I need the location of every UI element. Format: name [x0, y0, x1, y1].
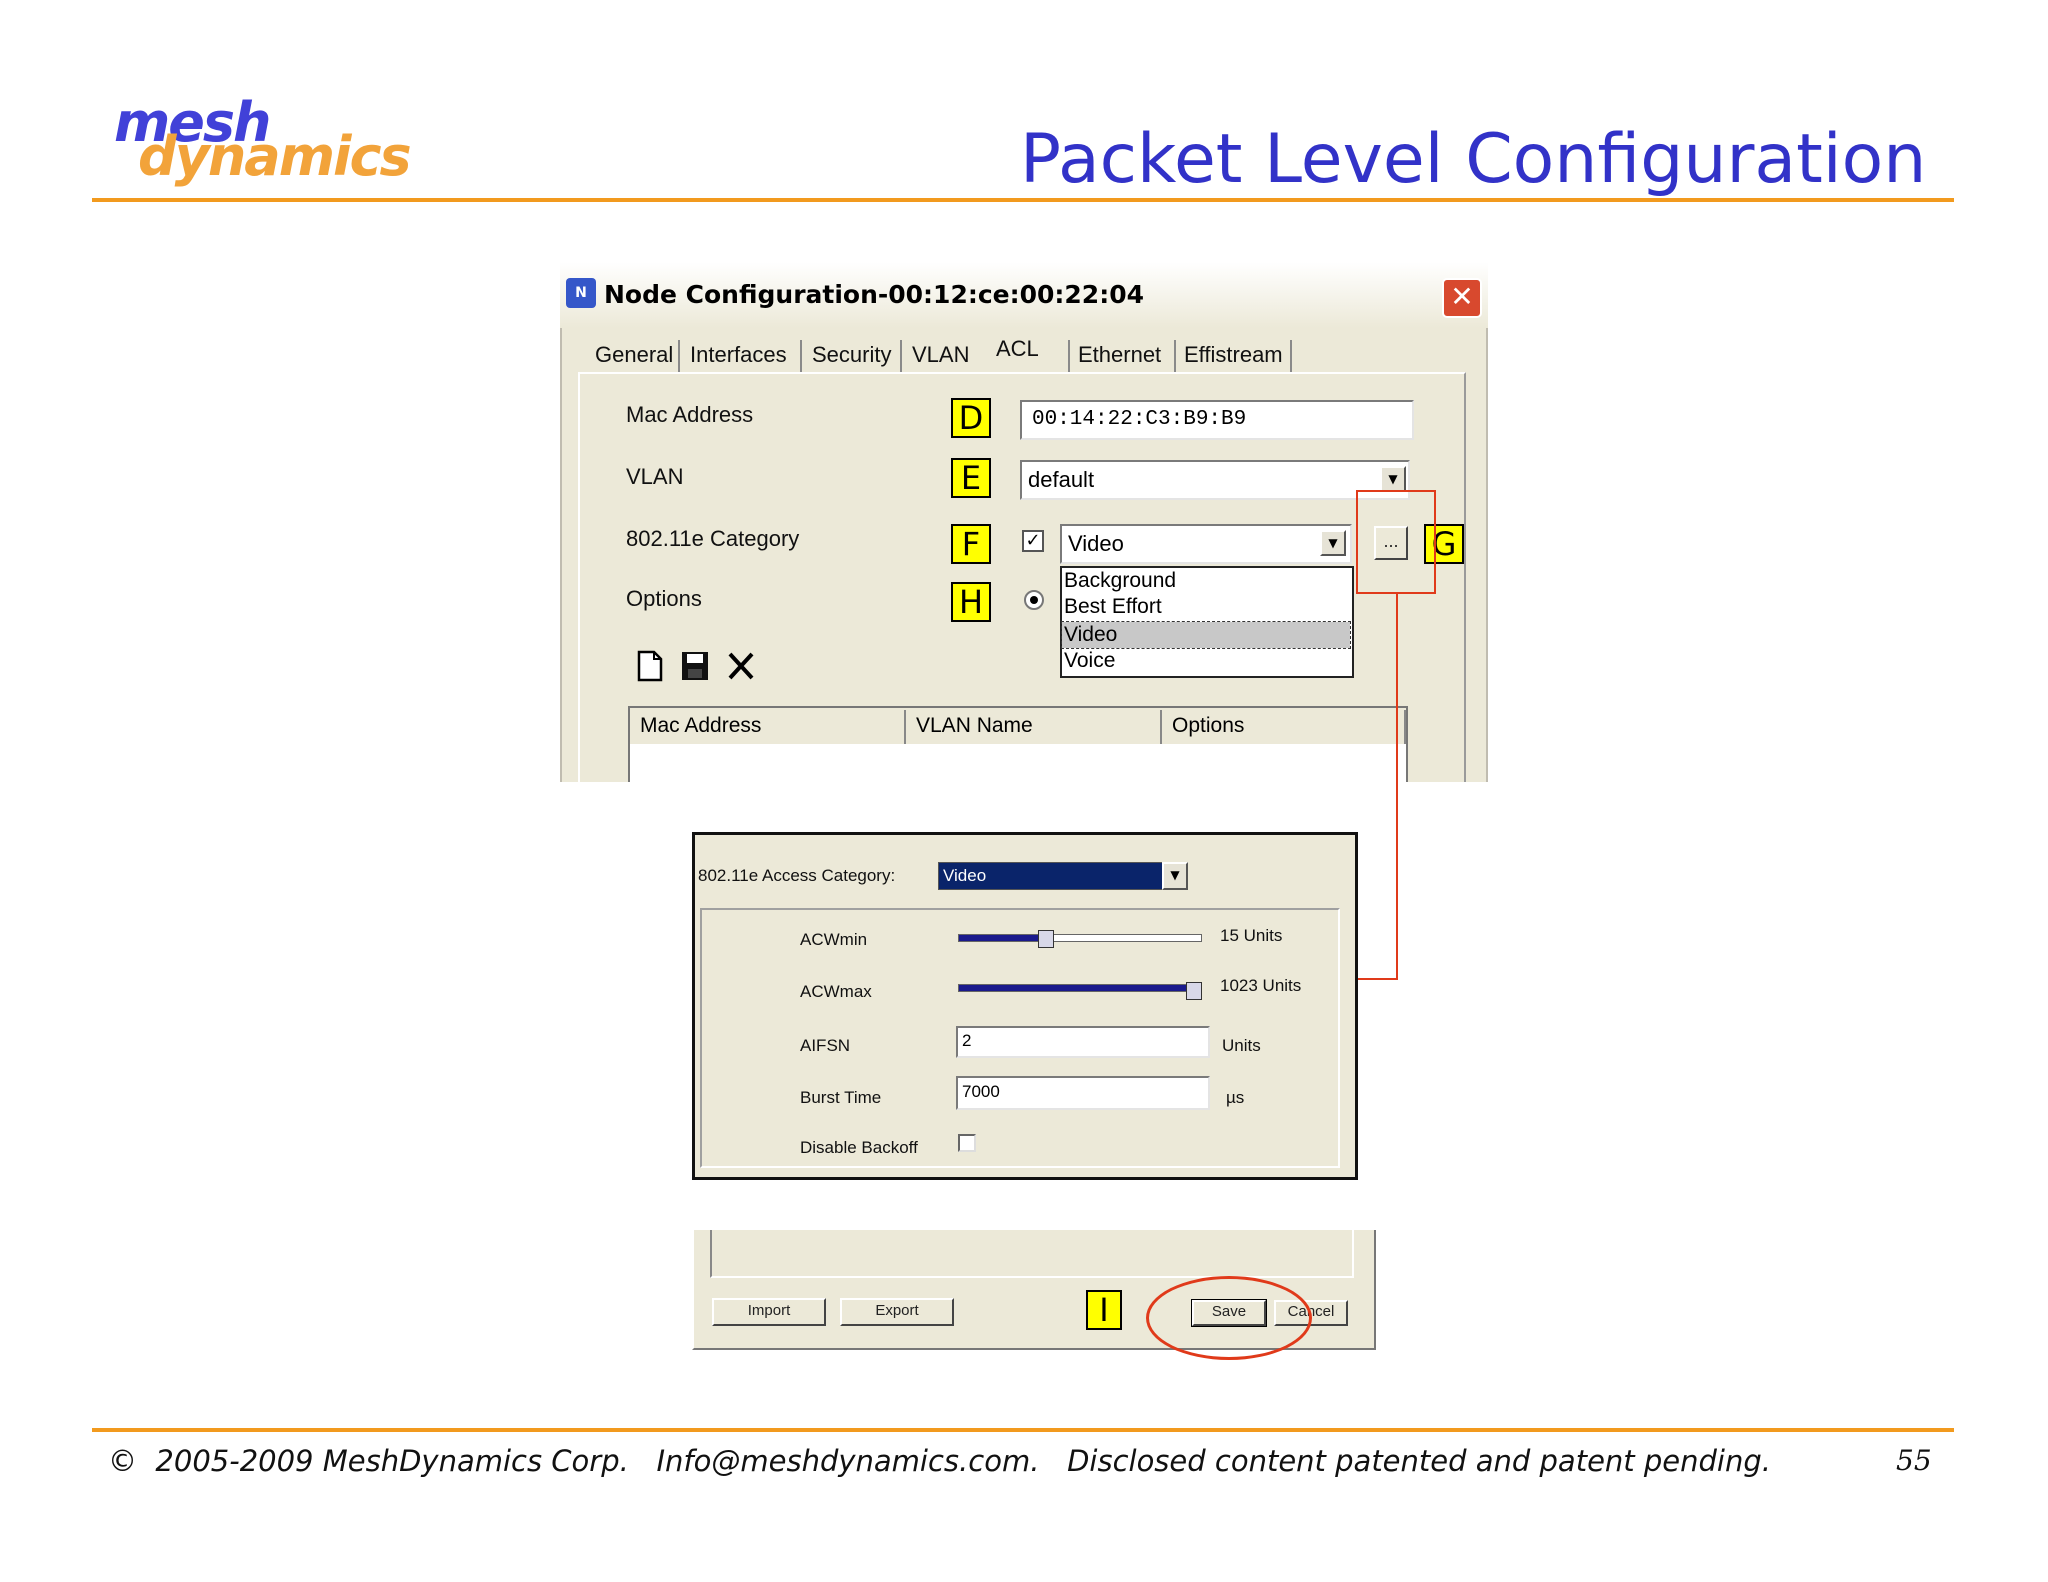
category-select-value: Video	[1068, 531, 1124, 556]
options-radio[interactable]	[1024, 590, 1044, 610]
aifsn-label: AIFSN	[800, 1036, 851, 1055]
burst-time-input[interactable]: 7000	[956, 1076, 1210, 1110]
marker-d: D	[951, 398, 991, 438]
footer-copyright: © 2005-2009 MeshDynamics Corp. Info@mesh…	[108, 1444, 1771, 1478]
tab-security[interactable]: Security	[812, 342, 891, 368]
slide-title: Packet Level Configuration	[1020, 120, 1927, 199]
column-options[interactable]: Options	[1162, 710, 1406, 744]
tab-interfaces[interactable]: Interfaces	[690, 342, 787, 368]
category-checkbox[interactable]: ✓	[1022, 530, 1044, 552]
delete-icon[interactable]	[726, 650, 756, 682]
burst-time-unit: µs	[1226, 1088, 1245, 1107]
acwmin-label: ACWmin	[800, 930, 868, 949]
category-dropdown-arrow-icon[interactable]: ▼	[1320, 530, 1346, 556]
mac-address-label: Mac Address	[626, 402, 754, 427]
tab-divider	[800, 340, 802, 372]
vlan-select[interactable]: default	[1020, 460, 1410, 500]
category-label: 802.11e Category	[626, 526, 800, 551]
vlan-dropdown-arrow-icon[interactable]: ▼	[1380, 466, 1406, 492]
aifsn-unit: Units	[1222, 1036, 1261, 1055]
access-category-select[interactable]: Video	[938, 862, 1172, 890]
aifsn-input[interactable]: 2	[956, 1026, 1210, 1058]
tab-divider	[1174, 340, 1176, 372]
import-button[interactable]: Import	[712, 1298, 826, 1326]
new-file-icon[interactable]	[636, 650, 664, 682]
access-category-label: 802.11e Access Category:	[698, 866, 896, 885]
header-divider	[92, 198, 1954, 202]
tab-divider	[1068, 340, 1070, 372]
options-label: Options	[626, 586, 702, 611]
option-best-effort[interactable]: Best Effort	[1062, 594, 1350, 620]
column-vlan-name[interactable]: VLAN Name	[906, 710, 1162, 744]
page-number: 55	[1896, 1444, 1932, 1477]
option-background[interactable]: Background	[1062, 568, 1350, 594]
option-video[interactable]: Video	[1061, 621, 1351, 649]
save-icon[interactable]	[680, 650, 710, 682]
close-icon[interactable]: ✕	[1442, 278, 1482, 318]
vlan-select-value: default	[1028, 467, 1095, 492]
bottom-panel-well	[710, 1230, 1354, 1278]
logo-dynamics: dynamics	[138, 125, 412, 188]
acwmax-slider[interactable]	[958, 984, 1202, 992]
tab-ethernet[interactable]: Ethernet	[1078, 342, 1161, 368]
vlan-label: VLAN	[626, 464, 684, 489]
acwmax-slider-thumb[interactable]	[1186, 982, 1202, 1000]
window-title: Node Configuration-00:12:ce:00:22:04	[604, 280, 1144, 309]
tab-divider	[1290, 340, 1292, 372]
save-highlight-ellipse	[1146, 1276, 1312, 1360]
acwmax-value: 1023 Units	[1220, 976, 1302, 995]
tab-divider	[678, 340, 680, 372]
acwmax-label: ACWmax	[800, 982, 872, 1001]
annotation-connector-horizontal	[1356, 978, 1398, 980]
access-category-dropdown-arrow-icon[interactable]: ▼	[1162, 862, 1188, 890]
marker-h: H	[951, 582, 991, 622]
tab-vlan[interactable]: VLAN	[912, 342, 969, 368]
marker-f: F	[951, 524, 991, 564]
marker-e: E	[951, 458, 991, 498]
tab-acl[interactable]: ACL	[996, 336, 1039, 362]
category-select[interactable]: Video	[1060, 524, 1352, 564]
burst-time-label: Burst Time	[800, 1088, 882, 1107]
disable-backoff-checkbox[interactable]	[958, 1134, 976, 1152]
column-mac-address[interactable]: Mac Address	[630, 710, 906, 744]
tab-general[interactable]: General	[595, 342, 673, 368]
app-icon: N	[566, 278, 596, 308]
option-voice[interactable]: Voice	[1062, 648, 1350, 674]
tab-effistream[interactable]: Effistream	[1184, 342, 1283, 368]
annotation-highlight-box	[1356, 490, 1436, 594]
disable-backoff-label: Disable Backoff	[800, 1138, 918, 1157]
acwmin-slider[interactable]	[958, 934, 1202, 942]
marker-i: I	[1086, 1290, 1122, 1330]
footer-divider	[92, 1428, 1954, 1432]
tab-divider	[900, 340, 902, 372]
acwmin-slider-thumb[interactable]	[1038, 930, 1054, 948]
acwmin-value: 15 Units	[1220, 926, 1283, 945]
annotation-connector-vertical	[1396, 594, 1398, 980]
export-button[interactable]: Export	[840, 1298, 954, 1326]
mac-address-input[interactable]: 00:14:22:C3:B9:B9	[1020, 400, 1414, 440]
